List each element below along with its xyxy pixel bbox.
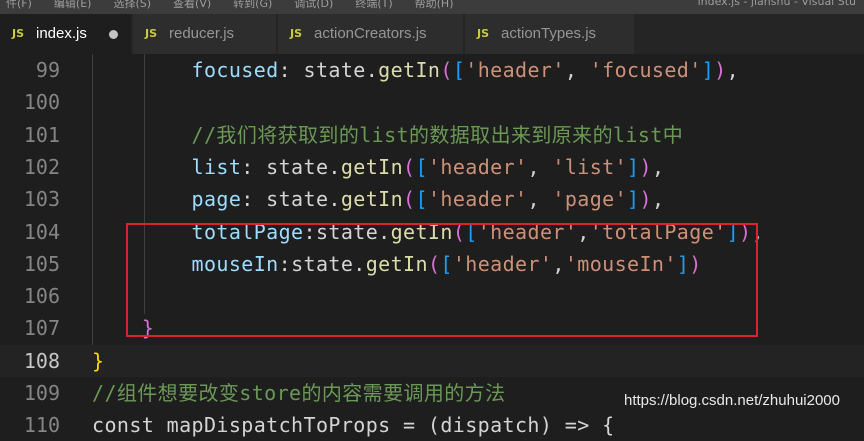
menu-bar: 件(F) 编辑(E) 选择(S) 查看(V) 转到(G) 调试(D) 终端(T) 帮助(H) …: [0, 0, 864, 14]
code-token: ): [639, 187, 652, 212]
code-token: const mapDispatchToProps = (dispatch) =>…: [92, 413, 615, 438]
javascript-file-icon: JS: [290, 27, 303, 40]
window-title: index.js - jianshu - Visual Stu: [697, 0, 856, 8]
menu-items: 件(F) 编辑(E) 选择(S) 查看(V) 转到(G) 调试(D) 终端(T) 帮助(H): [6, 0, 476, 11]
line-number: 108: [23, 348, 60, 373]
code-token: ,: [651, 187, 665, 212]
menu-item[interactable]: 调试(D): [294, 0, 333, 10]
code-token: 'list': [552, 154, 628, 179]
code-line[interactable]: 99 focused: state.getIn(['header', 'focu…: [0, 54, 864, 86]
code-token: (: [403, 187, 416, 212]
code-token: [: [452, 58, 466, 82]
code-token: ,: [564, 58, 590, 82]
tab-label: actionTypes.js: [501, 25, 597, 42]
editor-tab-bar: JS index.js JS reducer.js JS actionCreat…: [0, 14, 864, 54]
code-token: 'header': [427, 154, 528, 179]
line-number: 100: [23, 90, 60, 115]
code-token: (: [440, 58, 453, 82]
code-token: [: [415, 187, 428, 212]
code-line[interactable]: 108}: [0, 344, 864, 377]
code-text: page: state.getIn(['header', 'page']),: [92, 183, 664, 215]
line-number: 109: [23, 381, 60, 405]
code-token: focused: [191, 58, 279, 82]
code-token: : state.: [241, 187, 341, 212]
code-token: 'header': [465, 58, 565, 82]
menu-item[interactable]: 件(F): [6, 0, 32, 10]
code-token: list: [191, 154, 242, 179]
code-text: //我们将获取到的list的数据取出来到原来的list中: [92, 119, 683, 151]
javascript-file-icon: JS: [477, 27, 490, 40]
code-line[interactable]: 101 //我们将获取到的list的数据取出来到原来的list中: [0, 119, 864, 151]
code-token: ,: [527, 154, 553, 179]
menu-item[interactable]: 转到(G): [233, 0, 272, 10]
code-token: getIn: [340, 187, 404, 212]
code-token: page: [191, 187, 242, 212]
code-token: ,: [527, 187, 553, 212]
line-number: 106: [23, 284, 60, 309]
code-line[interactable]: 103 page: state.getIn(['header', 'page']…: [0, 183, 864, 215]
watermark: https://blog.csdn.net/zhuhui2000: [624, 392, 840, 409]
code-token: 'page': [552, 187, 628, 212]
code-token: (: [403, 154, 416, 179]
code-token: 'header': [427, 187, 528, 212]
code-token: ,: [651, 154, 665, 179]
code-token: //组件想要改变store的内容需要调用的方法: [92, 381, 506, 405]
tab-action-types-js[interactable]: JS actionTypes.js: [465, 14, 635, 54]
code-token: : state.: [278, 58, 379, 82]
code-token: : state.: [241, 154, 341, 179]
line-number: 99: [35, 58, 60, 82]
javascript-file-icon: JS: [12, 27, 25, 40]
highlight-annotation-box: [126, 223, 758, 337]
code-token: }: [92, 348, 105, 373]
line-number: 107: [23, 316, 60, 341]
unsaved-changes-dot-icon[interactable]: [109, 30, 118, 39]
tab-label: actionCreators.js: [314, 25, 427, 42]
code-line[interactable]: 102 list: state.getIn(['header', 'list']…: [0, 151, 864, 183]
line-number: 103: [23, 187, 60, 212]
code-text: focused: state.getIn(['header', 'focused…: [92, 54, 739, 86]
tab-action-creators-js[interactable]: JS actionCreators.js: [278, 14, 464, 54]
menu-item[interactable]: 查看(V): [173, 0, 211, 10]
code-line[interactable]: 100: [0, 86, 864, 118]
code-token: ]: [627, 187, 640, 212]
line-number: 110: [23, 413, 60, 438]
code-text: list: state.getIn(['header', 'list']),: [92, 151, 664, 183]
tab-index-js[interactable]: JS index.js: [0, 14, 132, 54]
code-token: ): [714, 58, 727, 82]
code-token: getIn: [378, 58, 441, 82]
menu-item[interactable]: 编辑(E): [54, 0, 92, 10]
line-number: 104: [23, 219, 60, 244]
line-number: 101: [23, 122, 60, 147]
line-number: 105: [23, 251, 60, 276]
menu-item[interactable]: 选择(S): [113, 0, 151, 10]
javascript-file-icon: JS: [145, 27, 158, 40]
code-text: const mapDispatchToProps = (dispatch) =>…: [92, 409, 615, 441]
code-text: }: [92, 345, 104, 377]
code-token: ]: [627, 154, 640, 179]
menu-item[interactable]: 终端(T): [355, 0, 392, 10]
code-token: //我们将获取到的list的数据取出来到原来的list中: [191, 122, 684, 147]
code-token: ]: [701, 58, 715, 82]
code-line[interactable]: 110 const mapDispatchToProps = (dispatch)…: [0, 409, 864, 441]
tab-label: index.js: [36, 25, 87, 42]
code-text: //组件想要改变store的内容需要调用的方法: [92, 377, 506, 409]
menu-item[interactable]: 帮助(H): [415, 0, 454, 10]
code-token: getIn: [340, 154, 404, 179]
tab-reducer-js[interactable]: JS reducer.js: [133, 14, 277, 54]
code-token: [: [415, 154, 428, 179]
code-token: ): [639, 154, 652, 179]
code-token: 'focused': [589, 58, 702, 82]
line-number: 102: [23, 154, 60, 179]
code-token: ,: [726, 58, 740, 82]
tab-label: reducer.js: [169, 25, 235, 42]
